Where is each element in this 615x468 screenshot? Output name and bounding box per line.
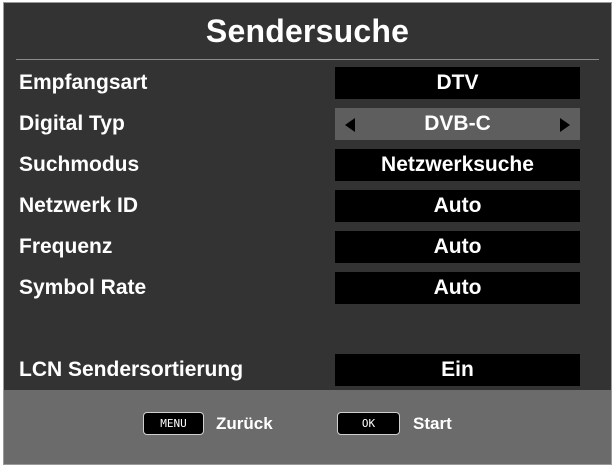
title-divider xyxy=(16,59,599,60)
setting-value-selector[interactable]: DVB-C xyxy=(335,108,580,140)
setting-row-empfangsart[interactable]: Empfangsart DTV xyxy=(4,66,611,100)
setting-value: Netzwerksuche xyxy=(381,153,534,176)
setting-value: DVB-C xyxy=(424,112,491,135)
setting-value-field[interactable]: Netzwerksuche xyxy=(335,149,580,181)
setting-value-field[interactable]: Auto xyxy=(335,272,580,304)
setting-value-field[interactable]: Auto xyxy=(335,231,580,263)
setting-label: Empfangsart xyxy=(19,71,148,94)
arrow-right-icon[interactable] xyxy=(560,118,570,132)
dialog-title: Sendersuche xyxy=(205,13,410,49)
setting-value: DTV xyxy=(436,71,479,94)
setting-label: Netzwerk ID xyxy=(19,194,139,217)
setting-row-frequenz[interactable]: Frequenz Auto xyxy=(4,230,611,264)
setting-row-digital-typ[interactable]: Digital Typ DVB-C xyxy=(4,107,611,141)
setting-value-field[interactable]: Ein xyxy=(335,354,580,386)
setting-row-symbol-rate[interactable]: Symbol Rate Auto xyxy=(4,271,611,305)
back-hint-label: Zurück xyxy=(216,414,273,433)
setting-label: Digital Typ xyxy=(19,112,125,135)
arrow-left-icon[interactable] xyxy=(345,118,355,132)
setting-label: Frequenz xyxy=(19,235,113,258)
setting-value: Auto xyxy=(433,194,482,217)
menu-key-button[interactable]: MENU xyxy=(143,412,204,435)
channel-search-dialog: Sendersuche Empfangsart DTV Digital Typ … xyxy=(3,2,612,465)
setting-value: Ein xyxy=(441,358,474,381)
start-hint-label: Start xyxy=(413,414,452,433)
setting-row-netzwerk-id[interactable]: Netzwerk ID Auto xyxy=(4,189,611,223)
ok-key-button[interactable]: OK xyxy=(337,412,400,435)
setting-value-field[interactable]: DTV xyxy=(335,67,580,99)
setting-row-lcn-sorting[interactable]: LCN Sendersortierung Ein xyxy=(4,353,611,387)
footer-key-bar: MENU Zurück OK Start xyxy=(4,390,611,464)
setting-label: LCN Sendersortierung xyxy=(19,358,244,381)
setting-value: Auto xyxy=(433,235,482,258)
setting-label: Suchmodus xyxy=(19,153,140,176)
setting-value: Auto xyxy=(433,276,482,299)
setting-label: Symbol Rate xyxy=(19,276,147,299)
setting-value-field[interactable]: Auto xyxy=(335,190,580,222)
setting-row-suchmodus[interactable]: Suchmodus Netzwerksuche xyxy=(4,148,611,182)
